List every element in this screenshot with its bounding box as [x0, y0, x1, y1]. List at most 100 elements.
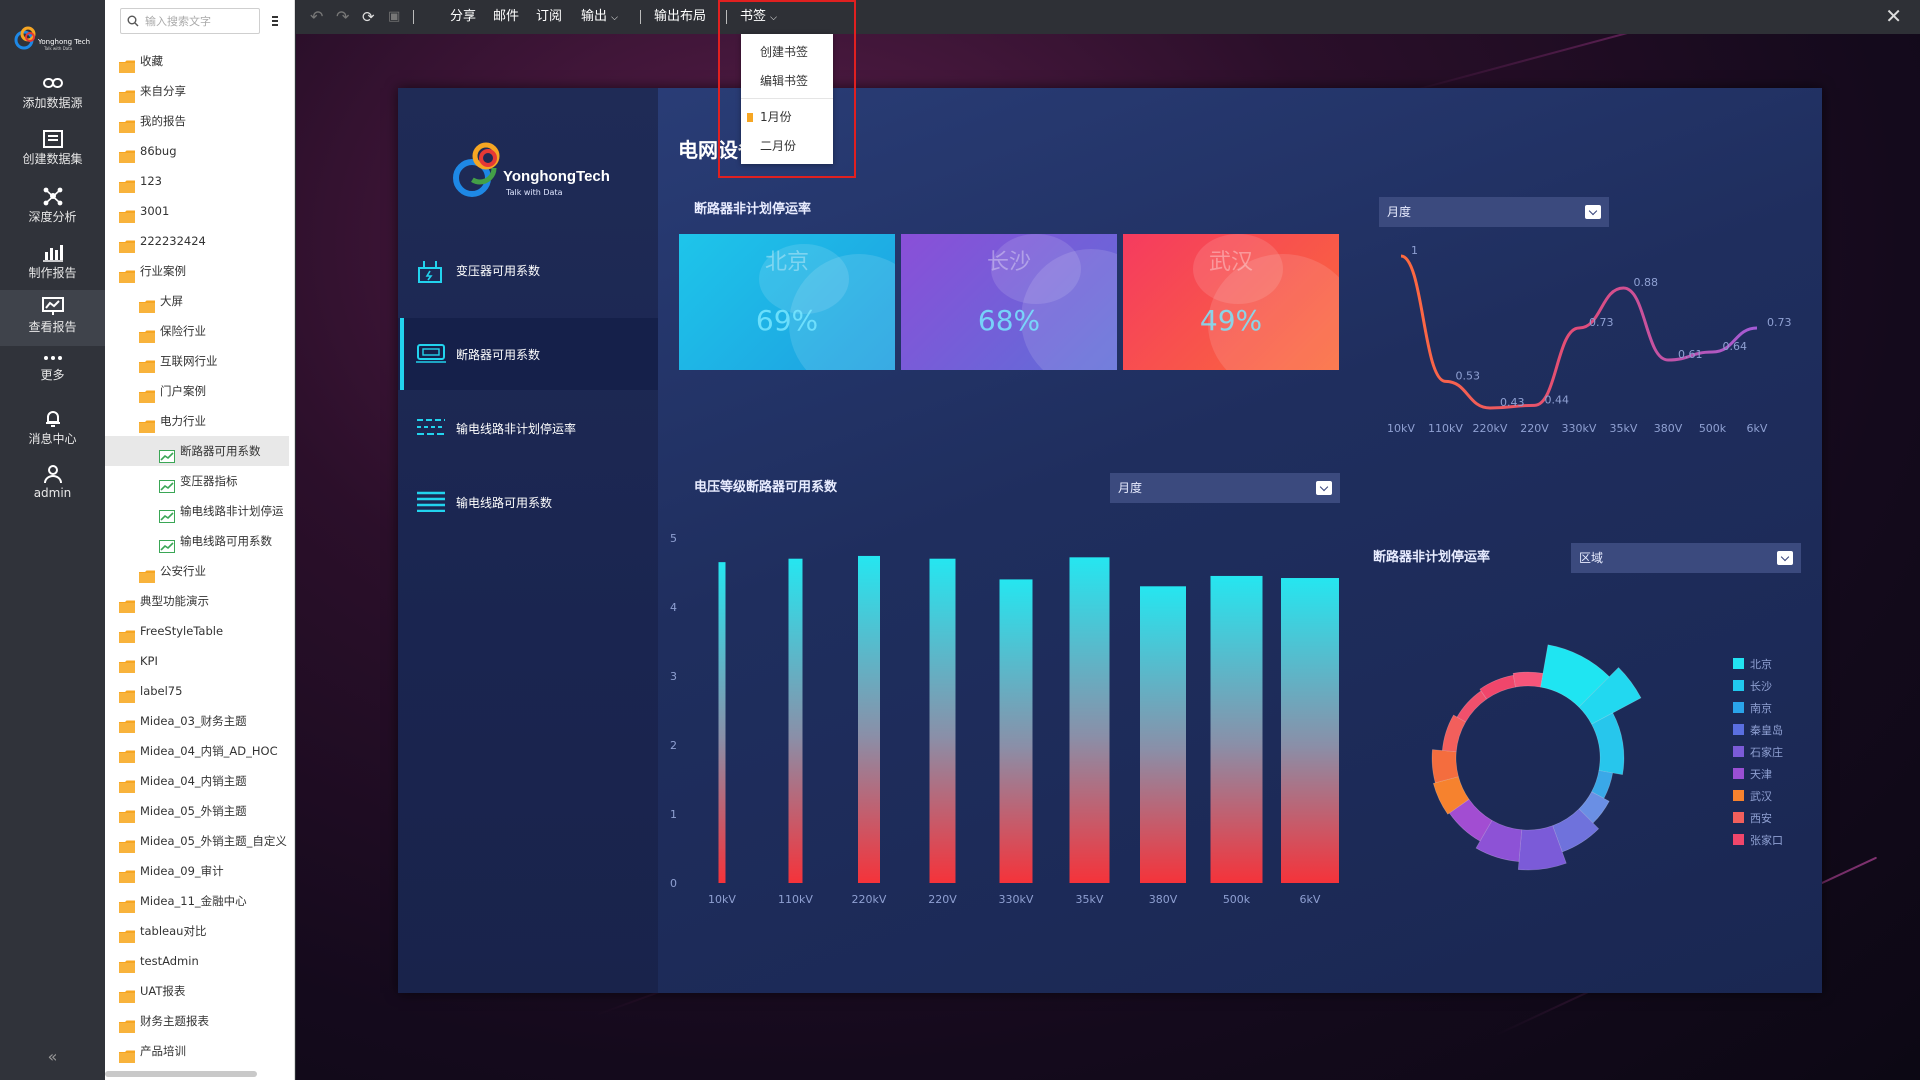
tree-folder-item[interactable]: 86bug [105, 136, 289, 166]
tree-folder-item[interactable]: 互联网行业 [105, 346, 289, 376]
tree-folder-item[interactable]: tableau对比 [105, 916, 289, 946]
redo-icon[interactable]: ↷ [336, 8, 349, 26]
donut-chart [1431, 644, 1642, 871]
tree-item-label: 门户案例 [160, 384, 206, 398]
tree-folder-item[interactable]: 财务主题报表 [105, 1006, 289, 1036]
dashboard-nav-item[interactable]: 变压器可用系数 [398, 234, 658, 306]
tree-item-label: 财务主题报表 [140, 1014, 209, 1028]
line-series [1400, 254, 1758, 410]
tree-folder-item[interactable]: Midea_09_审计 [105, 856, 289, 886]
donut-slice [1431, 749, 1459, 784]
city-card[interactable]: 武汉 49% [1123, 234, 1339, 370]
rail-item-more[interactable]: 更多 [0, 346, 105, 402]
tree-folder-item[interactable]: testAdmin [105, 946, 289, 976]
dashboard-nav-item[interactable]: 断路器可用系数 [398, 318, 658, 390]
tree-folder-item[interactable]: 典型功能演示 [105, 586, 289, 616]
tree-folder-item[interactable]: 保险行业 [105, 316, 289, 346]
tree-folder-item[interactable]: 行业案例 [105, 256, 289, 286]
tree-folder-item[interactable]: FreeStyleTable [105, 616, 289, 646]
dashboard-nav-item[interactable]: 输电线路可用系数 [398, 466, 658, 538]
region-select[interactable]: 区域 [1571, 543, 1801, 573]
undo-icon[interactable]: ↶ [310, 8, 323, 26]
tree-horizontal-scrollbar[interactable] [105, 1071, 257, 1077]
tree-folder-item[interactable]: 222232424 [105, 226, 289, 256]
legend-item[interactable]: 长沙 [1733, 678, 1772, 696]
tree-folder-item[interactable]: Midea_03_财务主题 [105, 706, 289, 736]
tree-folder-item[interactable]: 电力行业 [105, 406, 289, 436]
tree-folder-item[interactable]: 3001 [105, 196, 289, 226]
tree-folder-item[interactable]: 公安行业 [105, 556, 289, 586]
tree-item-label: 来自分享 [140, 84, 186, 98]
tree-folder-item[interactable]: Midea_05_外销主题 [105, 796, 289, 826]
legend-item[interactable]: 石家庄 [1733, 744, 1783, 762]
tree-menu-icon[interactable] [270, 14, 280, 28]
tree-report-item[interactable]: 断路器可用系数 [105, 436, 289, 466]
subscribe-button[interactable]: 订阅 [536, 8, 562, 26]
legend-item[interactable]: 南京 [1733, 700, 1772, 718]
tree-folder-item[interactable]: KPI [105, 646, 289, 676]
tree-folder-item[interactable]: Midea_04_内销_AD_HOC [105, 736, 289, 766]
tree-folder-item[interactable]: 收藏 [105, 46, 289, 76]
legend-item[interactable]: 张家口 [1733, 832, 1783, 850]
dropdown-chevron-icon [1777, 551, 1793, 565]
dashboard-panel: YonghongTech Talk with Data 变压器可用系数 断路器可用… [398, 88, 1822, 993]
refresh-icon[interactable]: ⟳ [362, 8, 375, 26]
legend-item[interactable]: 北京 [1733, 656, 1772, 674]
city-card[interactable]: 北京 69% [679, 234, 895, 370]
search-input[interactable] [145, 12, 255, 30]
tree-item-label: 3001 [140, 204, 170, 218]
tree-item-label: UAT报表 [140, 984, 186, 998]
month-select-top[interactable]: 月度 [1379, 197, 1609, 227]
rail-item-bell[interactable]: 消息中心 [0, 402, 105, 458]
city-card[interactable]: 长沙 68% [901, 234, 1117, 370]
rail-item-user[interactable]: admin [0, 458, 105, 514]
rail-item-label: 制作报告 [28, 266, 77, 280]
rail-item-chart-report[interactable]: 制作报告 [0, 236, 105, 292]
tree-folder-item[interactable]: Midea_05_外销主题_自定义 [105, 826, 289, 856]
legend-item[interactable]: 西安 [1733, 810, 1772, 828]
rail-item-dataset[interactable]: 创建数据集 [0, 124, 105, 180]
tree-folder-item[interactable]: 123 [105, 166, 289, 196]
dashboard-nav-item[interactable]: 输电线路非计划停运率 [398, 392, 658, 464]
line-x-tick: 110kV [1428, 422, 1463, 435]
svg-text:Yonghong Tech: Yonghong Tech [37, 38, 90, 46]
tree-report-item[interactable]: 输电线路非计划停运 [105, 496, 289, 526]
tree-folder-item[interactable]: 我的报告 [105, 106, 289, 136]
share-button[interactable]: 分享 [450, 8, 476, 26]
export-layout-button[interactable]: 输出布局 [654, 8, 706, 26]
tree-report-item[interactable]: 输电线路可用系数 [105, 526, 289, 556]
save-icon[interactable]: ▣ [388, 8, 400, 26]
legend-item[interactable]: 武汉 [1733, 788, 1772, 806]
tree-folder-item[interactable]: UAT报表 [105, 976, 289, 1006]
tree-folder-item[interactable]: Midea_11_金融中心 [105, 886, 289, 916]
folder-icon [119, 954, 135, 973]
tree-item-label: 86bug [140, 144, 177, 158]
legend-item[interactable]: 秦皇岛 [1733, 722, 1783, 740]
month-select-bottom[interactable]: 月度 [1110, 473, 1340, 503]
tree-folder-item[interactable]: 门户案例 [105, 376, 289, 406]
tree-list: 收藏来自分享我的报告 86bug 123 3001 222232424 行业案例 大屏 保险行… [105, 46, 289, 1066]
tree-folder-item[interactable]: 产品培训 [105, 1036, 289, 1066]
app-logo[interactable]: Yonghong Tech Talk with Data [12, 22, 94, 62]
rail-item-analysis[interactable]: 深度分析 [0, 180, 105, 236]
tree-item-label: label75 [140, 684, 183, 698]
export-menu[interactable]: 输出 ⌵ [581, 8, 618, 26]
tree-folder-item[interactable]: label75 [105, 676, 289, 706]
close-icon[interactable]: ✕ [1885, 6, 1902, 26]
rail-item-view-report[interactable]: 查看报告 [0, 290, 105, 346]
tree-folder-item[interactable]: Midea_04_内销主题 [105, 766, 289, 796]
collapse-sidebar-button[interactable]: « [0, 1047, 105, 1066]
tree-item-label: Midea_04_内销_AD_HOC [140, 744, 278, 758]
mail-button[interactable]: 邮件 [493, 8, 519, 26]
tree-report-item[interactable]: 变压器指标 [105, 466, 289, 496]
dropdown-chevron-icon [1585, 205, 1601, 219]
folder-icon [119, 654, 135, 673]
folder-icon [119, 234, 135, 253]
tree-folder-item[interactable]: 大屏 [105, 286, 289, 316]
legend-item[interactable]: 天津 [1733, 766, 1772, 784]
bar-chart: 0 1 2 3 4 5 10kV 110kV 220kV 220V 330kV 35kV 380V 500… [670, 532, 1339, 906]
card-percent: 69% [755, 304, 819, 337]
rail-item-link[interactable]: 添加数据源 [0, 68, 105, 124]
legend-swatch [1733, 834, 1744, 845]
tree-folder-item[interactable]: 来自分享 [105, 76, 289, 106]
